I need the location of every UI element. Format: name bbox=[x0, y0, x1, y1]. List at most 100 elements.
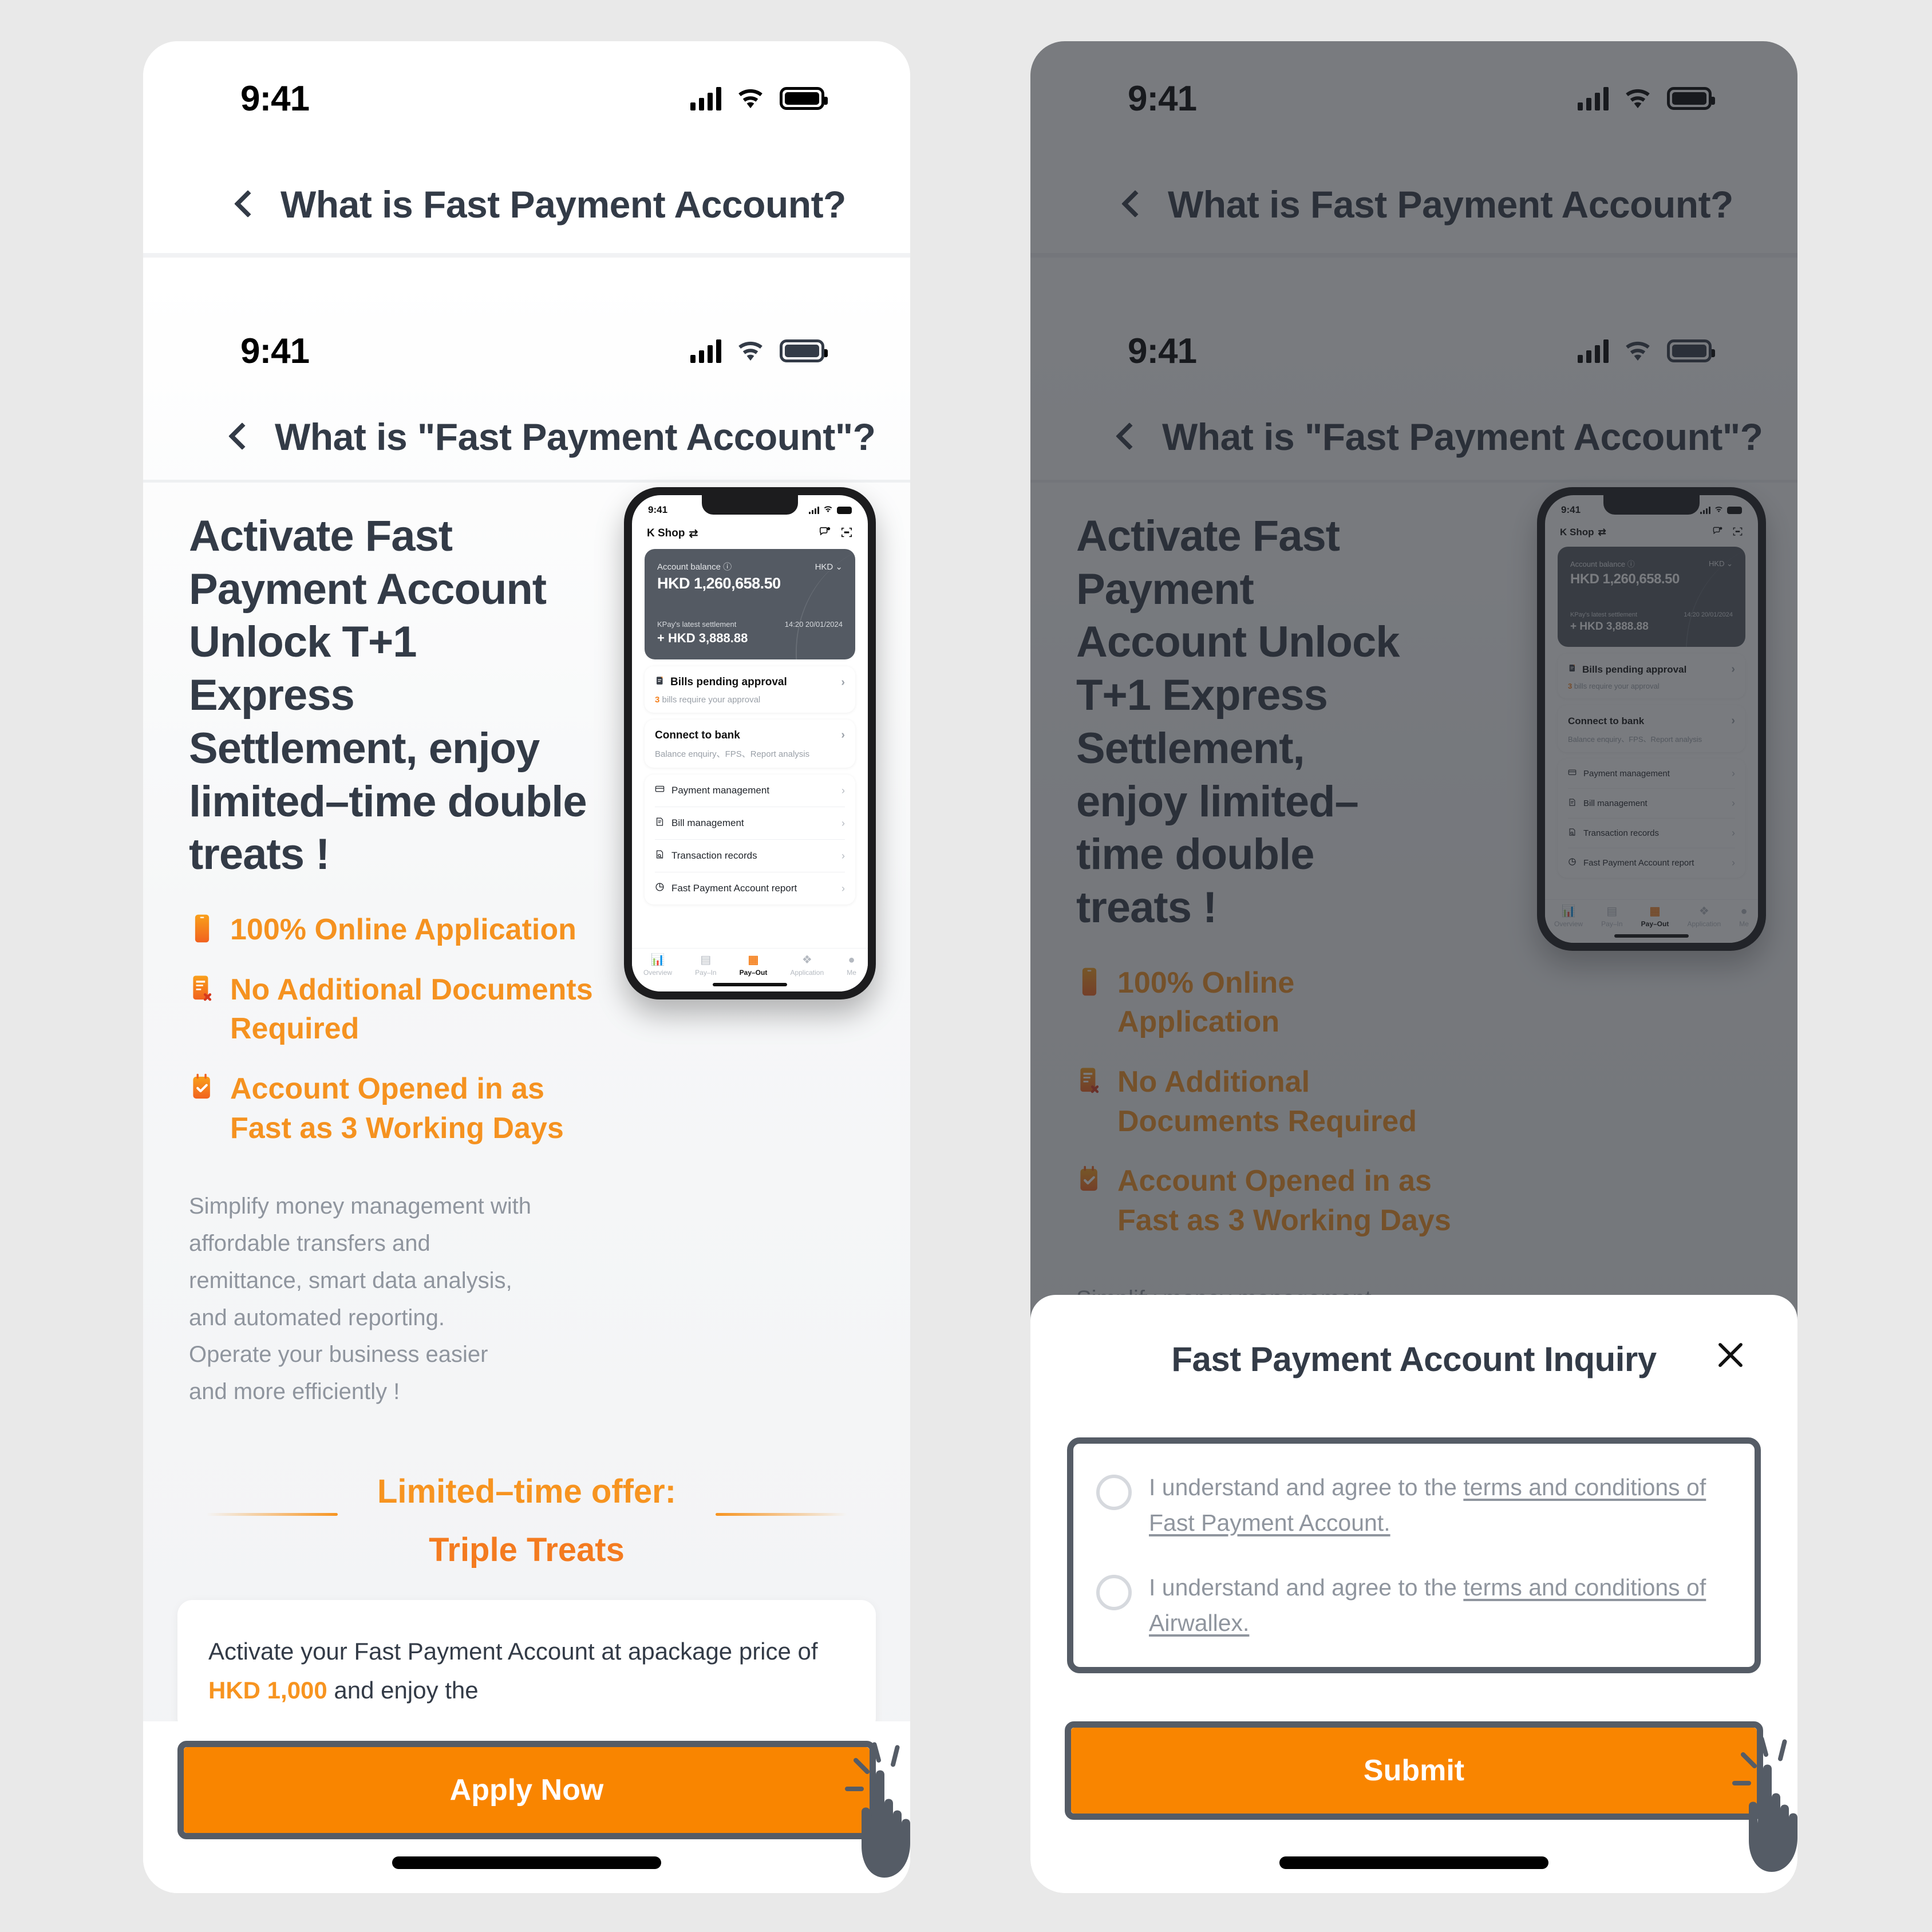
mock-wifi-icon bbox=[823, 504, 833, 516]
hero-section: Activate Fast Payment Account Unlock T+1… bbox=[143, 483, 910, 999]
mock-tab-label: Overview bbox=[643, 969, 673, 977]
home-indicator bbox=[392, 1856, 661, 1869]
agreements-box: I understand and agree to the terms and … bbox=[1067, 1437, 1761, 1673]
phone-screen-left: 9:41 What is Fast Payment Account? 9:41 bbox=[143, 41, 910, 1893]
offer-rule-left bbox=[206, 1512, 338, 1516]
feature-label: Account Opened in as Fast as 3 Working D… bbox=[230, 1072, 564, 1145]
status-time: 9:41 bbox=[240, 78, 310, 118]
scan-frame-icon[interactable] bbox=[840, 526, 853, 541]
modal-header: Fast Payment Account Inquiry bbox=[1030, 1295, 1797, 1379]
mock-menu-label: Bill management bbox=[671, 817, 744, 828]
info-circle-icon[interactable]: ⓘ bbox=[723, 562, 732, 572]
mock-status-time: 9:41 bbox=[648, 504, 668, 515]
mock-bills-title: Bills pending approval bbox=[670, 676, 787, 688]
feature-item-fast-opening: Account Opened in as Fast as 3 Working D… bbox=[189, 1069, 864, 1148]
mock-tab-label: Me bbox=[847, 969, 856, 977]
page-title-inner: What is "Fast Payment Account"? bbox=[275, 416, 876, 458]
battery-icon bbox=[780, 87, 828, 110]
mock-settlement-time: 14:20 20/01/2024 bbox=[784, 620, 843, 629]
agreement-prefix: I understand and agree to the bbox=[1149, 1474, 1464, 1500]
pay-out-card-icon: ▦ bbox=[748, 954, 759, 966]
status-time-inner: 9:41 bbox=[240, 331, 310, 371]
offer-card-suffix: and enjoy the bbox=[327, 1676, 479, 1704]
mock-tab-application[interactable]: ❖ Application bbox=[790, 954, 824, 977]
mock-tab-overview[interactable]: 📊 Overview bbox=[643, 954, 672, 977]
bill-doc-icon bbox=[655, 675, 665, 689]
layers-icon: ❖ bbox=[801, 954, 812, 966]
mock-menu-label: Transaction records bbox=[671, 850, 757, 861]
screenshot-stage: 9:41 What is Fast Payment Account? 9:41 bbox=[0, 0, 1932, 1932]
mock-tab-label: Application bbox=[790, 969, 824, 977]
mock-bills-subtext: bills require your approval bbox=[659, 695, 761, 705]
wifi-icon bbox=[736, 339, 765, 362]
inner-page-left: 9:41 What is "Fast Payment Account"? Act… bbox=[143, 274, 910, 1876]
document-no-icon bbox=[189, 974, 215, 1003]
offer-section: Limited–time offer: Triple Treats bbox=[143, 1472, 910, 1569]
chevron-right-icon: › bbox=[841, 850, 845, 862]
chevron-right-icon: › bbox=[841, 882, 845, 894]
mock-tab-payin[interactable]: ▤ Pay–In bbox=[695, 954, 716, 977]
home-indicator bbox=[1279, 1856, 1548, 1869]
chart-bar-icon: 📊 bbox=[650, 954, 665, 966]
apply-now-button[interactable]: Apply Now bbox=[184, 1747, 870, 1833]
nav-bar-outer-left: What is Fast Payment Account? bbox=[143, 156, 910, 253]
chevron-right-icon: › bbox=[841, 675, 845, 689]
agreement-row-airwallex[interactable]: I understand and agree to the terms and … bbox=[1096, 1570, 1729, 1641]
mock-menu-item-payment[interactable]: Payment management › bbox=[655, 775, 845, 807]
bottom-action-bar-right: Submit bbox=[1030, 1721, 1797, 1893]
chevron-left-icon[interactable] bbox=[229, 189, 259, 219]
mock-tab-payout[interactable]: ▦ Pay–Out bbox=[740, 954, 768, 977]
calendar-check-icon bbox=[189, 1073, 215, 1103]
chevron-left-icon[interactable] bbox=[223, 422, 253, 452]
mock-bills-card[interactable]: Bills pending approval › 3 bills require… bbox=[645, 666, 855, 713]
apply-now-highlight: Apply Now bbox=[177, 1741, 876, 1839]
mock-menu-item-bill[interactable]: Bill management › bbox=[655, 807, 845, 840]
mock-tab-label: Pay–Out bbox=[739, 969, 768, 977]
mock-bank-sub: Balance enquiry、FPS、Report analysis bbox=[655, 749, 810, 759]
chevron-down-icon[interactable]: ⌄ bbox=[835, 562, 843, 572]
person-icon: ● bbox=[848, 954, 855, 966]
agreement-radio-fpa[interactable] bbox=[1096, 1475, 1132, 1510]
mock-menu-item-report[interactable]: Fast Payment Account report › bbox=[655, 872, 845, 904]
offer-line-1: Limited–time offer: bbox=[377, 1472, 677, 1510]
description-paragraph: Simplify money management with affordabl… bbox=[189, 1194, 532, 1405]
battery-icon bbox=[780, 339, 828, 362]
chat-bubble-icon[interactable] bbox=[819, 526, 831, 541]
status-bar-outer-left: 9:41 bbox=[143, 41, 910, 156]
payment-card-icon bbox=[655, 784, 665, 797]
status-icons bbox=[690, 86, 828, 110]
phone-mockup-image: 9:41 K Shop bbox=[624, 487, 876, 999]
status-bar-inner-left: 9:41 bbox=[143, 308, 910, 394]
feature-label: No Additional Documents Required bbox=[230, 973, 593, 1046]
offer-rule-right bbox=[716, 1512, 847, 1516]
nav-bar-inner-left: What is "Fast Payment Account"? bbox=[143, 394, 910, 480]
cellular-signal-icon bbox=[690, 339, 721, 363]
bill-icon bbox=[655, 817, 665, 829]
mock-bank-title: Connect to bank bbox=[655, 729, 740, 741]
swap-arrows-icon[interactable]: ⇄ bbox=[689, 527, 698, 540]
nav-divider bbox=[143, 253, 910, 258]
agreement-radio-airwallex[interactable] bbox=[1096, 1575, 1132, 1610]
modal-title: Fast Payment Account Inquiry bbox=[1171, 1340, 1657, 1378]
mock-menu-item-transactions[interactable]: Transaction records › bbox=[655, 840, 845, 872]
page-title-outer: What is Fast Payment Account? bbox=[280, 183, 846, 226]
close-x-icon[interactable] bbox=[1713, 1337, 1748, 1373]
bottom-action-bar-left: Apply Now bbox=[143, 1721, 910, 1893]
chevron-right-icon: › bbox=[841, 729, 845, 741]
agreement-row-fpa[interactable]: I understand and agree to the terms and … bbox=[1096, 1470, 1729, 1540]
mock-menu-label: Payment management bbox=[671, 785, 770, 796]
mock-bank-card[interactable]: Connect to bank › Balance enquiry、FPS、Re… bbox=[645, 720, 855, 768]
status-icons-inner bbox=[690, 339, 828, 363]
submit-button[interactable]: Submit bbox=[1071, 1728, 1757, 1814]
mock-notch bbox=[702, 495, 798, 515]
submit-highlight: Submit bbox=[1065, 1721, 1763, 1820]
mock-settlement-label: KPay's latest settlement bbox=[657, 620, 737, 629]
wifi-icon bbox=[736, 87, 765, 110]
agreement-prefix: I understand and agree to the bbox=[1149, 1574, 1464, 1601]
mock-menu-label: Fast Payment Account report bbox=[671, 883, 797, 894]
mock-battery-icon bbox=[837, 506, 852, 514]
mock-tab-me[interactable]: ● Me bbox=[847, 954, 856, 977]
mock-currency[interactable]: HKD bbox=[815, 562, 833, 572]
cellular-signal-icon bbox=[690, 86, 721, 110]
mock-settlement-amount: + HKD 3,888.88 bbox=[657, 631, 748, 645]
